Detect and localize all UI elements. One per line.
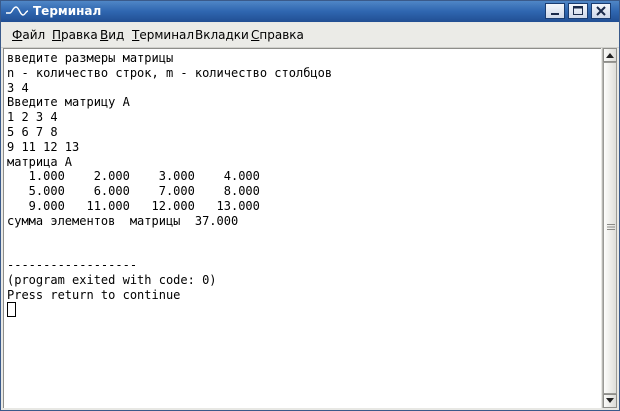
scroll-down-button[interactable] [603, 394, 617, 408]
terminal-cursor [7, 302, 16, 317]
window-title: Терминал [33, 4, 102, 18]
menu-file[interactable]: Файл [12, 28, 45, 42]
menu-edit[interactable]: Правка [52, 28, 98, 42]
menu-bar: Файл Правка Вид Терминал Вкладки Справка [1, 23, 619, 48]
terminal-wave-icon[interactable] [5, 4, 29, 18]
close-button[interactable] [591, 3, 611, 19]
close-icon [596, 6, 606, 16]
menu-terminal[interactable]: Терминал [132, 28, 194, 42]
terminal-text: введите размеры матрицы n - количество с… [7, 51, 332, 303]
vertical-scrollbar[interactable] [602, 48, 617, 408]
terminal-line: ------------------ [7, 258, 138, 273]
terminal-line: сумма элементов матрицы 37.000 [7, 213, 239, 228]
terminal-line: введите размеры матрицы [7, 51, 174, 65]
menu-tabs[interactable]: Вкладки [195, 28, 249, 42]
terminal-line: Введите матрицу А [7, 95, 130, 110]
maximize-button[interactable] [568, 3, 588, 19]
terminal-line: 3 4 [7, 80, 29, 95]
terminal-line: 5 6 7 8 [7, 124, 58, 139]
menu-help[interactable]: Справка [251, 28, 304, 42]
title-bar[interactable]: Терминал [1, 1, 619, 22]
terminal-line: матрица А [7, 154, 73, 169]
terminal-line: n - количество строк, m - количество сто… [7, 65, 333, 80]
terminal-line: 9.000 11.000 12.000 13.000 [7, 198, 260, 213]
maximize-icon [573, 6, 583, 15]
terminal-window: Терминал Файл Правка Вид Терминал Вкладк… [0, 0, 620, 411]
scroll-down-arrow-icon [606, 398, 614, 403]
terminal-line: Press return to continue [7, 287, 181, 302]
minimize-button[interactable] [545, 3, 565, 19]
terminal-line: 1 2 3 4 [7, 110, 58, 125]
scroll-grip-icon [607, 224, 615, 230]
scroll-up-button[interactable] [603, 48, 617, 62]
terminal-line: 1.000 2.000 3.000 4.000 [7, 169, 260, 184]
scrollbar-thumb[interactable] [603, 62, 617, 394]
menu-view[interactable]: Вид [100, 28, 124, 42]
terminal-output[interactable]: введите размеры матрицы n - количество с… [3, 48, 601, 408]
terminal-line: 9 11 12 13 [7, 139, 80, 154]
terminal-line: (program exited with code: 0) [7, 272, 217, 287]
minimize-icon [551, 13, 559, 15]
terminal-line: 5.000 6.000 7.000 8.000 [7, 184, 260, 199]
scroll-up-arrow-icon [606, 53, 614, 58]
